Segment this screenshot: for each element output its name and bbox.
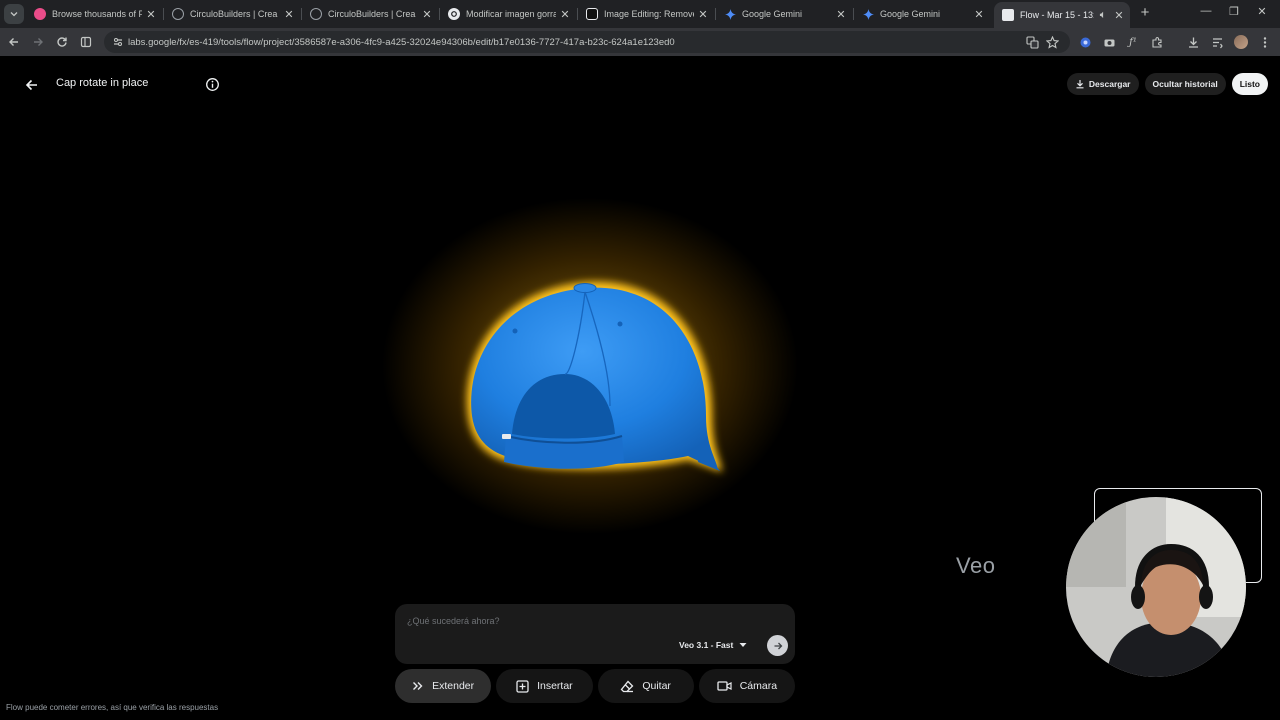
info-icon[interactable]	[205, 77, 220, 92]
dribbble-icon	[34, 8, 46, 20]
project-title: Cap rotate in place	[56, 77, 149, 89]
browser-tab[interactable]: Browse thousands of Por ✕	[26, 2, 162, 26]
caret-down-icon	[739, 643, 747, 647]
remove-button[interactable]: Quitar	[597, 669, 694, 703]
gemini-icon	[724, 8, 736, 20]
arrow-right-icon	[774, 642, 782, 649]
send-button[interactable]	[767, 635, 788, 656]
arrow-left-icon	[25, 79, 37, 91]
tool-actions: Extender Insertar Quitar Cámara	[395, 669, 795, 703]
globe-icon	[172, 8, 184, 20]
globe-icon	[310, 8, 322, 20]
arrow-right-icon	[34, 38, 43, 46]
chevron-down-icon	[10, 12, 18, 17]
browser-tab[interactable]: Image Editing: Remove Tr ✕	[578, 2, 714, 26]
close-tab-icon[interactable]: ✕	[1114, 9, 1124, 22]
veo-watermark: Veo	[956, 553, 996, 578]
cap-image	[466, 281, 722, 472]
close-tab-icon[interactable]: ✕	[698, 8, 708, 21]
close-tab-icon[interactable]: ✕	[836, 8, 846, 21]
profile-avatar-icon[interactable]	[1233, 34, 1249, 50]
tab-search-button[interactable]	[4, 4, 24, 24]
presenter-video	[1066, 497, 1246, 677]
close-tab-icon[interactable]: ✕	[422, 8, 432, 21]
camera-button[interactable]: Cámara	[698, 669, 795, 703]
extend-button[interactable]: Extender	[395, 669, 492, 703]
prompt-composer: Veo 3.1 - Fast	[395, 604, 795, 664]
download-icon	[1076, 80, 1084, 89]
url-text: labs.google/fx/es-419/tools/flow/project…	[128, 36, 675, 48]
puzzle-icon[interactable]	[1149, 34, 1165, 50]
model-selector[interactable]: Veo 3.1 - Fast	[679, 636, 747, 654]
side-panel-button[interactable]	[78, 34, 94, 50]
new-tab-button[interactable]: +	[1137, 5, 1153, 21]
model-label: Veo 3.1 - Fast	[679, 640, 734, 650]
browser-tab[interactable]: CirculoBuilders | Crea tu ✕	[302, 2, 438, 26]
close-tab-icon[interactable]: ✕	[146, 8, 156, 21]
camera-extension-icon[interactable]	[1101, 34, 1117, 50]
browser-tab-active[interactable]: Flow - Mar 15 - 13:21 🔈︎ ✕	[994, 2, 1130, 28]
font-extension-icon[interactable]: ƒ¹	[1125, 34, 1141, 50]
insert-button[interactable]: Insertar	[496, 669, 593, 703]
browser-tab[interactable]: Google Gemini ✕	[716, 2, 852, 26]
back-button[interactable]	[22, 75, 42, 95]
gemini-icon	[862, 8, 874, 20]
browser-tab[interactable]: CirculoBuilders | Crea Tu ✕	[164, 2, 300, 26]
app-icon	[586, 8, 598, 20]
done-button[interactable]: Listo	[1231, 73, 1268, 95]
insert-icon	[516, 679, 529, 693]
download-icon[interactable]	[1185, 34, 1201, 50]
close-tab-icon[interactable]: ✕	[560, 8, 570, 21]
flow-icon	[1002, 9, 1014, 21]
camera-icon	[717, 681, 732, 691]
video-preview[interactable]	[0, 116, 1280, 596]
address-bar[interactable]: labs.google/fx/es-419/tools/flow/project…	[104, 31, 1070, 53]
close-tab-icon[interactable]: ✕	[974, 8, 984, 21]
restore-icon[interactable]: ❐	[1226, 5, 1242, 18]
translate-icon[interactable]	[1024, 34, 1040, 50]
chatgpt-icon	[448, 8, 460, 20]
webcam-feed	[1066, 497, 1246, 677]
bookmark-star-icon[interactable]	[1044, 34, 1060, 50]
prompt-input[interactable]	[407, 614, 707, 628]
browser-tab-strip: Browse thousands of Por ✕ CirculoBuilder…	[0, 0, 1280, 28]
browser-menu-icon[interactable]	[1257, 34, 1273, 50]
audio-icon[interactable]: 🔈︎	[1098, 9, 1108, 22]
eraser-icon	[620, 680, 634, 692]
reading-list-icon[interactable]	[1209, 34, 1225, 50]
site-info-icon[interactable]	[112, 36, 124, 48]
close-window-icon[interactable]: ✕	[1254, 5, 1270, 18]
minimize-icon[interactable]: —	[1198, 5, 1214, 17]
reload-button[interactable]	[54, 34, 70, 50]
disclaimer-text: Flow puede cometer errores, así que veri…	[6, 703, 219, 712]
side-panel-icon	[80, 36, 92, 48]
forward-nav-button[interactable]	[30, 34, 46, 50]
hide-history-button[interactable]: Ocultar historial	[1144, 73, 1226, 95]
top-actions: Descargar Ocultar historial Listo	[1066, 73, 1268, 95]
close-tab-icon[interactable]: ✕	[284, 8, 294, 21]
extension-icon[interactable]	[1077, 34, 1093, 50]
back-nav-button[interactable]	[6, 34, 22, 50]
download-button[interactable]: Descargar	[1066, 73, 1139, 95]
browser-toolbar: labs.google/fx/es-419/tools/flow/project…	[0, 28, 1280, 56]
extend-icon	[413, 682, 423, 690]
browser-tab[interactable]: Modificar imagen gorra ✕	[440, 2, 576, 26]
reload-icon	[57, 37, 67, 47]
arrow-left-icon	[9, 38, 18, 46]
browser-tab[interactable]: Google Gemini ✕	[854, 2, 990, 26]
